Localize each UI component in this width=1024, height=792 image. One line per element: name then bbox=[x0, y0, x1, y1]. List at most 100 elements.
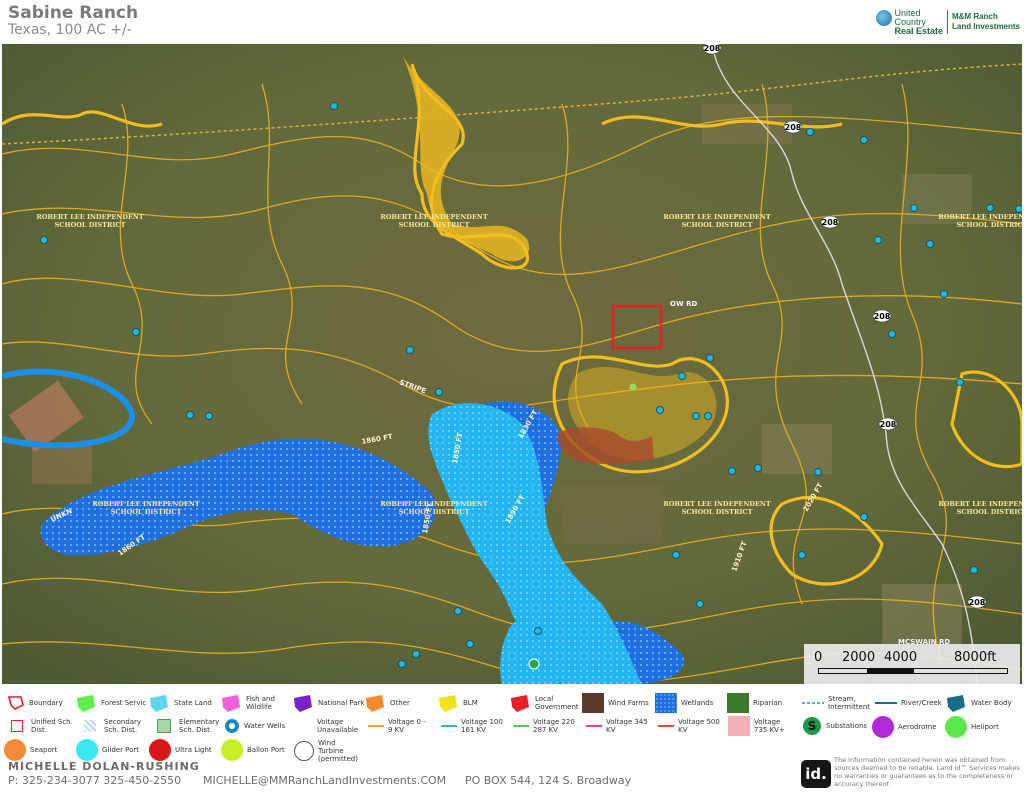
agent-phone[interactable]: P: 325-234-3077 325-450-2550 bbox=[8, 774, 181, 787]
legend-item: Ultra Light bbox=[149, 739, 212, 761]
unified-school-swatch bbox=[11, 720, 23, 732]
legend-item: Forest Servic bbox=[75, 693, 146, 713]
agent-address: PO BOX 544, 124 S. Broadway bbox=[465, 774, 632, 787]
fish-wildlife-swatch bbox=[222, 695, 240, 712]
legend-item: Glider Port bbox=[76, 739, 139, 761]
legend-item: Voltage 0 - 9 KV bbox=[368, 718, 432, 734]
logo-divider bbox=[946, 10, 948, 34]
seaport-icon bbox=[4, 739, 26, 761]
road-label: 208 bbox=[822, 218, 839, 227]
state-land-swatch bbox=[150, 695, 168, 712]
legend-item: River/Creek bbox=[875, 698, 942, 708]
blm-swatch bbox=[439, 695, 457, 712]
scale-bar: 0 2000 4000 8000ft bbox=[804, 644, 1020, 684]
legend-item: Wind Farms bbox=[582, 693, 649, 713]
svg-text:OW RD: OW RD bbox=[670, 300, 697, 308]
logo-partner-line2: Land Investments bbox=[951, 22, 1020, 31]
svg-text:ROBERT LEE INDEPENDENT: ROBERT LEE INDEPENDENT bbox=[938, 500, 1022, 508]
scale-label: 2000 bbox=[842, 650, 876, 665]
scale-label: 8000ft bbox=[954, 650, 997, 665]
road-label: 208 bbox=[704, 44, 721, 53]
legend-item: Boundary bbox=[7, 695, 63, 711]
legend-item: Fish and Wildlife bbox=[220, 693, 286, 713]
legend-item: State Land bbox=[148, 693, 212, 713]
legend-item: Heliport bbox=[945, 716, 999, 738]
agent-name: MICHELLE DOLAN-RUSHING bbox=[8, 760, 200, 773]
road-label: 208 bbox=[874, 312, 891, 321]
national-park-swatch bbox=[294, 695, 312, 712]
aerodrome-icon bbox=[872, 716, 894, 738]
ultra-light-icon bbox=[149, 739, 171, 761]
stream-intermittent-swatch bbox=[802, 702, 824, 704]
header: Sabine Ranch Texas, 100 AC +/- United Co… bbox=[0, 0, 1024, 44]
svg-text:SCHOOL DISTRICT: SCHOOL DISTRICT bbox=[682, 508, 753, 516]
heliport-icon bbox=[945, 716, 967, 738]
river-creek-swatch bbox=[875, 702, 897, 704]
wind-farms-swatch bbox=[582, 693, 604, 713]
page-title: Sabine Ranch bbox=[8, 3, 139, 23]
elementary-school-swatch bbox=[157, 719, 171, 733]
legend-item: Voltage 500 KV bbox=[658, 718, 722, 734]
legend: Boundary Forest Servic State Land Fish a… bbox=[0, 688, 1024, 763]
legend-item: Voltage Unavailable bbox=[297, 718, 361, 734]
legend-item: Water Wells bbox=[224, 718, 285, 734]
heliport-marker[interactable] bbox=[629, 383, 637, 391]
legend-item: Seaport bbox=[4, 739, 57, 761]
svg-text:ROBERT LEE INDEPENDENT: ROBERT LEE INDEPENDENT bbox=[380, 213, 488, 221]
logo-brand-line3: Real Estate bbox=[894, 25, 943, 36]
svg-text:ROBERT LEE INDEPENDENT: ROBERT LEE INDEPENDENT bbox=[663, 500, 771, 508]
svg-text:SCHOOL DISTRICT: SCHOOL DISTRICT bbox=[111, 508, 182, 516]
forest-service-swatch bbox=[77, 695, 95, 712]
water-well-icon bbox=[225, 719, 239, 733]
secondary-school-swatch bbox=[84, 720, 96, 732]
scale-label: 4000 bbox=[884, 650, 918, 665]
svg-text:SCHOOL DISTRICT: SCHOOL DISTRICT bbox=[399, 508, 470, 516]
voltage-345-swatch bbox=[586, 725, 602, 727]
substation-marker[interactable] bbox=[528, 658, 540, 670]
legend-item: Ballon Port bbox=[221, 739, 285, 761]
riparian-swatch bbox=[727, 693, 749, 713]
agent-email[interactable]: MICHELLE@MMRanchLandInvestments.COM bbox=[203, 774, 446, 787]
logo-partner-line1: M&M Ranch bbox=[951, 12, 998, 21]
road-label: 208 bbox=[785, 123, 802, 132]
legend-item: BLM bbox=[437, 693, 478, 713]
road-label: 208 bbox=[969, 598, 986, 607]
local-government-swatch bbox=[511, 695, 529, 712]
footer: MICHELLE DOLAN-RUSHING P: 325-234-3077 3… bbox=[0, 756, 1024, 792]
brand-logo[interactable]: United Country Real Estate M&M Ranch Lan… bbox=[876, 8, 1020, 36]
svg-text:ROBERT LEE INDEPENDENT: ROBERT LEE INDEPENDENT bbox=[663, 213, 771, 221]
legend-item: Riparian bbox=[727, 693, 782, 713]
road-label: 208 bbox=[880, 420, 897, 429]
wind-turbine-icon bbox=[294, 741, 314, 761]
svg-text:SCHOOL DISTRICT: SCHOOL DISTRICT bbox=[399, 221, 470, 229]
substation-icon: S bbox=[803, 717, 821, 735]
voltage-unavailable-swatch bbox=[297, 725, 313, 727]
svg-text:ROBERT LEE INDEPENDENT: ROBERT LEE INDEPENDENT bbox=[938, 213, 1022, 221]
svg-text:ROBERT LEE INDEPENDENT: ROBERT LEE INDEPENDENT bbox=[92, 500, 200, 508]
voltage-500-swatch bbox=[658, 725, 674, 727]
legend-item: Voltage 735 KV+ bbox=[728, 716, 794, 736]
legend-item: Other bbox=[364, 693, 410, 713]
legend-item: S Substations bbox=[802, 716, 867, 736]
water-body-swatch bbox=[947, 695, 965, 712]
voltage-735-swatch bbox=[728, 716, 750, 736]
map-view[interactable]: 208 208 208 208 208 208 ROBERT LEE INDEP… bbox=[2, 44, 1022, 684]
legend-item: Aerodrome bbox=[872, 716, 937, 738]
svg-text:ROBERT LEE INDEPENDENT: ROBERT LEE INDEPENDENT bbox=[36, 213, 144, 221]
legend-item: Stream, Intermittent bbox=[802, 695, 872, 711]
glider-port-icon bbox=[76, 739, 98, 761]
map-canvas[interactable]: 208 208 208 208 208 208 ROBERT LEE INDEP… bbox=[2, 44, 1022, 684]
voltage-100-161-swatch bbox=[441, 725, 457, 727]
boundary-swatch bbox=[7, 696, 24, 710]
legend-item: Local Government bbox=[509, 693, 579, 713]
mm-ranch-logo: M&M Ranch Land Investments bbox=[952, 12, 1020, 32]
legend-item: Water Body bbox=[945, 693, 1012, 713]
svg-text:SCHOOL DISTRICT: SCHOOL DISTRICT bbox=[682, 221, 753, 229]
other-swatch bbox=[366, 695, 384, 712]
voltage-220-287-swatch bbox=[513, 725, 529, 727]
disclaimer: The information contained herein was obt… bbox=[834, 756, 1020, 788]
svg-text:SCHOOL DISTRICT: SCHOOL DISTRICT bbox=[957, 508, 1022, 516]
legend-item: Wetlands bbox=[655, 693, 713, 713]
legend-item: Voltage 220 287 KV bbox=[513, 718, 577, 734]
land-id-logo[interactable]: id. bbox=[801, 760, 831, 788]
